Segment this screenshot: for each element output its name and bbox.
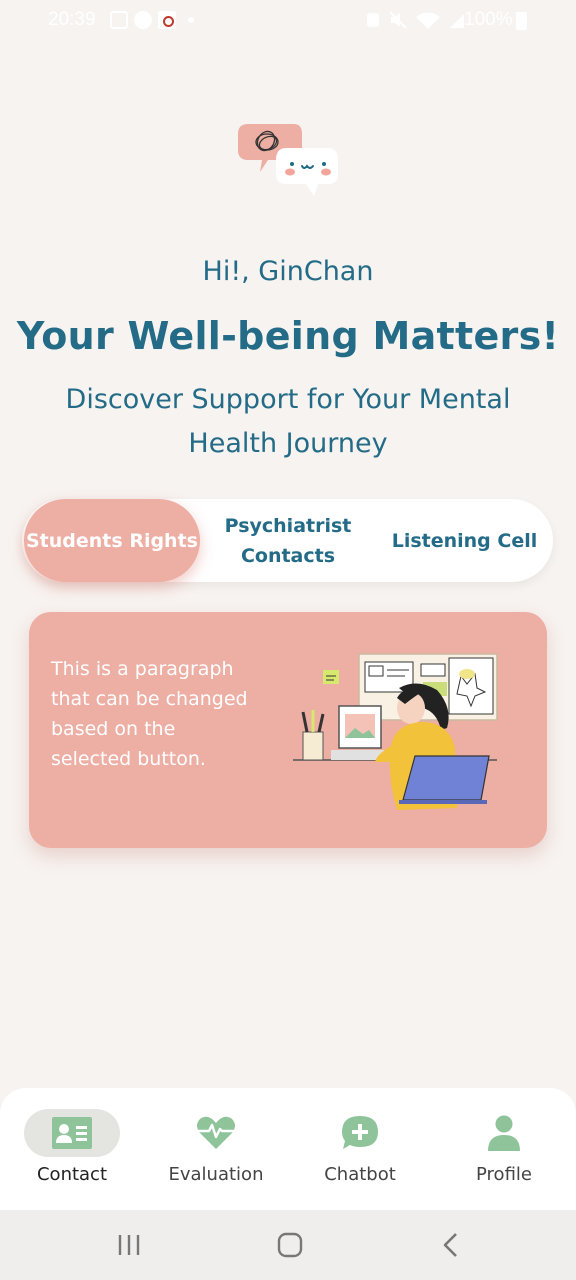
page-subheadline: Discover Support for Your Mental Health … bbox=[65, 384, 511, 459]
app-notification-icon bbox=[158, 11, 176, 29]
nav-label-profile: Profile bbox=[476, 1164, 532, 1185]
chat-plus-icon bbox=[342, 1116, 378, 1149]
page-headline: Your Well-being Matters! bbox=[16, 314, 560, 358]
back-icon[interactable] bbox=[440, 1232, 462, 1258]
recent-apps-icon[interactable] bbox=[116, 1232, 142, 1258]
bottom-navigation: Contact Evaluation Chatbot Profile bbox=[0, 1088, 576, 1210]
info-card: This is a paragraph that can be changed … bbox=[29, 612, 547, 848]
shield-notification-icon bbox=[134, 11, 152, 29]
heart-pulse-icon bbox=[197, 1116, 235, 1149]
more-notifications-dot-icon bbox=[188, 17, 194, 23]
person-icon bbox=[488, 1115, 520, 1151]
wifi-icon bbox=[416, 12, 440, 29]
tab-listening-cell[interactable]: Listening Cell bbox=[376, 499, 553, 582]
tab-students-rights[interactable]: Students Rights bbox=[24, 499, 200, 582]
status-time: 20:39 bbox=[48, 9, 96, 30]
alarm-icon bbox=[367, 13, 379, 27]
mute-icon bbox=[389, 11, 407, 29]
card-paragraph: This is a paragraph that can be changed … bbox=[51, 658, 248, 770]
notification-icons bbox=[110, 11, 194, 29]
nav-label-chatbot: Chatbot bbox=[324, 1164, 396, 1185]
system-navigation-bar bbox=[0, 1210, 576, 1280]
tab-psychiatrist-contacts[interactable]: Psychiatrist Contacts bbox=[200, 499, 376, 582]
signal-icon bbox=[450, 14, 464, 28]
contact-card-icon bbox=[52, 1117, 92, 1149]
gallery-notification-icon bbox=[110, 11, 128, 29]
app-logo-icon bbox=[238, 124, 338, 196]
nav-profile[interactable]: Profile bbox=[432, 1088, 576, 1210]
system-status-icons bbox=[365, 11, 465, 29]
home-icon[interactable] bbox=[277, 1232, 303, 1258]
nav-chatbot[interactable]: Chatbot bbox=[288, 1088, 432, 1210]
nav-label-contact: Contact bbox=[36, 1164, 108, 1185]
nav-contact[interactable]: Contact bbox=[0, 1088, 144, 1210]
nav-evaluation[interactable]: Evaluation bbox=[144, 1088, 288, 1210]
info-tabs: Students Rights Psychiatrist Contacts Li… bbox=[22, 499, 553, 582]
status-bar: 20:39 100% bbox=[0, 0, 576, 42]
greeting-text: Hi!, GinChan bbox=[202, 256, 374, 287]
nav-label-evaluation: Evaluation bbox=[168, 1164, 264, 1185]
woman-at-desk-illustration bbox=[293, 653, 498, 810]
battery-icon bbox=[516, 12, 527, 30]
battery-level: 100% bbox=[464, 9, 513, 30]
